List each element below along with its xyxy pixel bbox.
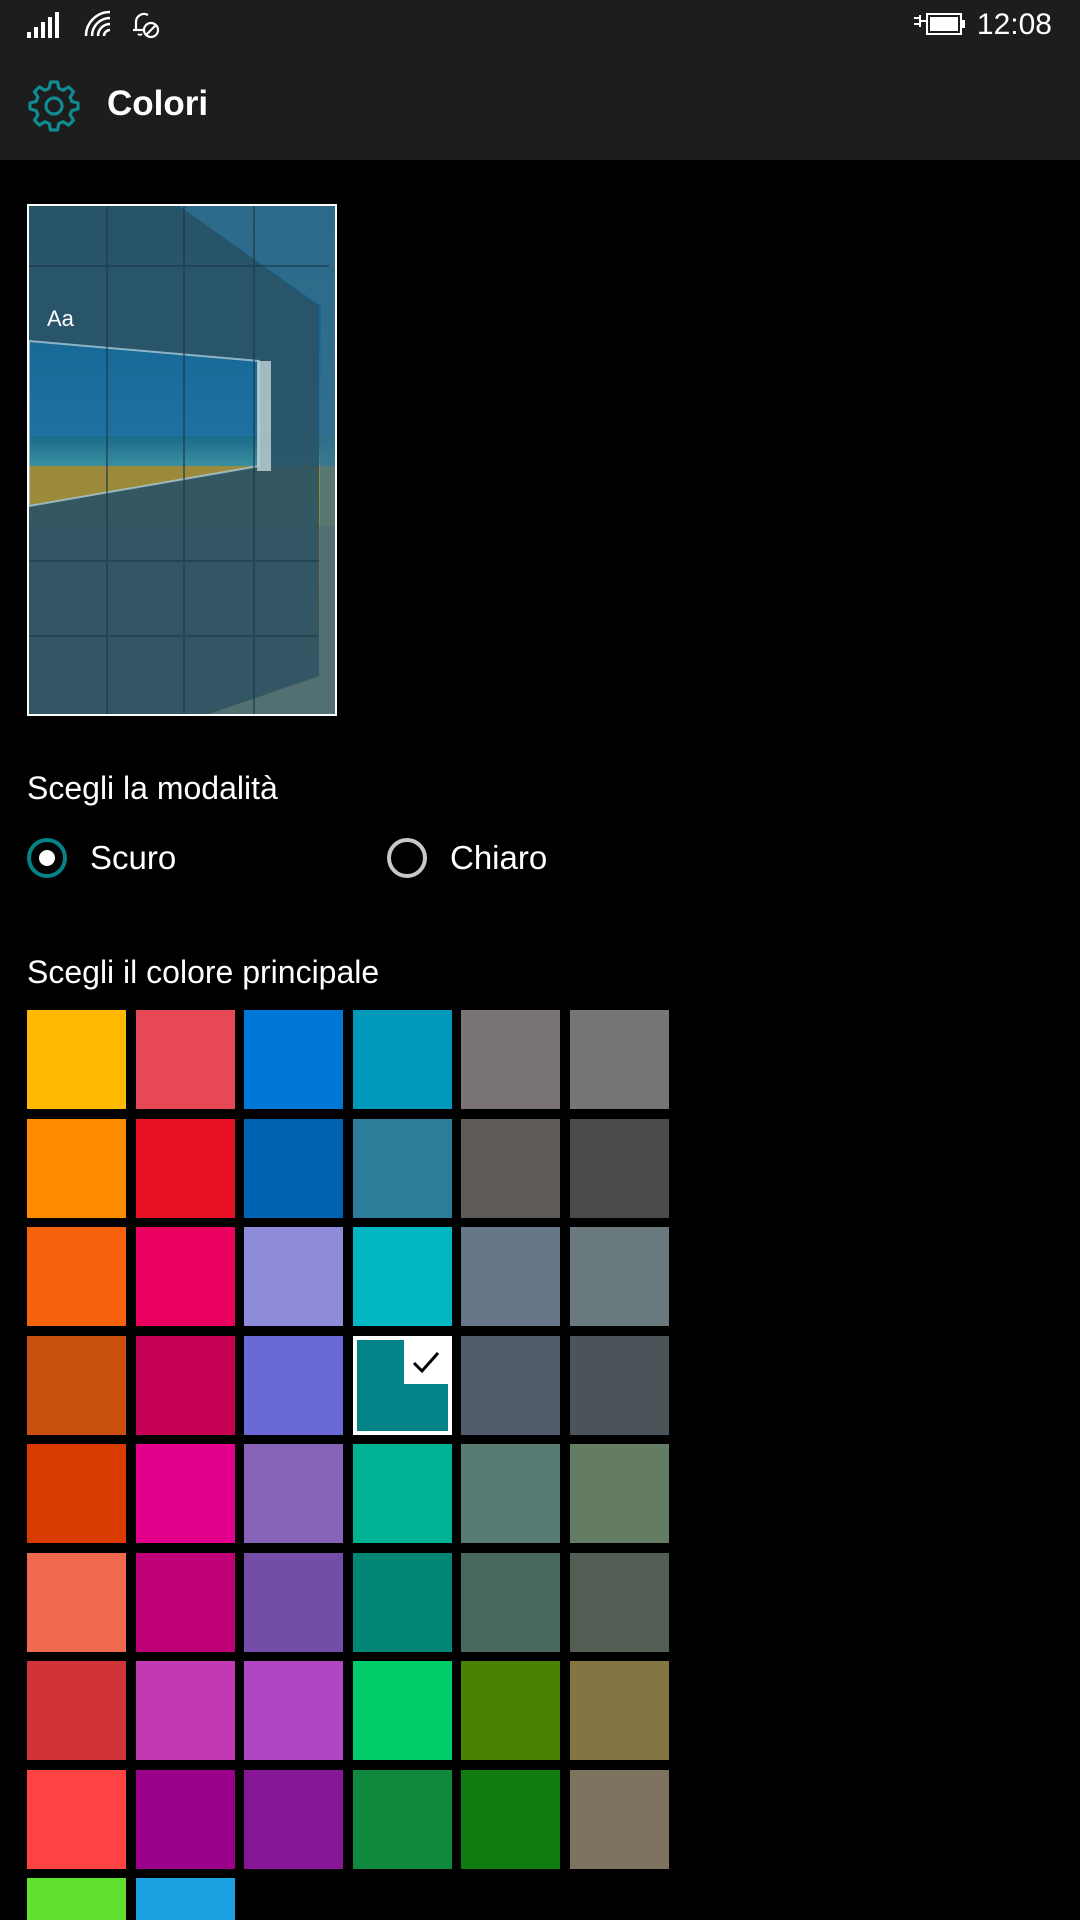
mode-section-label: Scegli la modalità xyxy=(27,770,278,806)
accent-color-swatch[interactable] xyxy=(27,1878,126,1920)
accent-color-swatch[interactable] xyxy=(244,1118,343,1218)
preview-background-image xyxy=(29,206,335,714)
accent-color-swatch[interactable] xyxy=(461,1118,560,1218)
wifi-icon xyxy=(84,10,111,37)
checkmark-icon xyxy=(403,1339,448,1384)
accent-color-swatch[interactable] xyxy=(461,1227,560,1326)
accent-color-swatch[interactable] xyxy=(352,1010,452,1109)
accent-color-swatch[interactable] xyxy=(27,1552,126,1652)
clock: 12:08 xyxy=(976,8,1052,41)
accent-color-swatch[interactable] xyxy=(461,1335,560,1435)
radio-button-unselected[interactable] xyxy=(387,838,427,878)
accent-color-swatch[interactable] xyxy=(352,1118,452,1218)
accent-color-swatch[interactable] xyxy=(244,1010,343,1109)
accent-color-swatch[interactable] xyxy=(569,1769,669,1869)
accent-color-swatch[interactable] xyxy=(135,1444,235,1543)
accent-color-swatch[interactable] xyxy=(569,1552,669,1652)
accent-color-swatch[interactable] xyxy=(27,1010,126,1109)
accent-color-swatch[interactable] xyxy=(352,1552,452,1652)
accent-color-swatch[interactable] xyxy=(244,1552,343,1652)
accent-color-swatch[interactable] xyxy=(461,1661,560,1760)
radio-dark-label: Scuro xyxy=(90,839,177,876)
accent-color-swatch[interactable] xyxy=(27,1661,126,1760)
radio-button-selected[interactable] xyxy=(27,838,67,878)
page-title: Colori xyxy=(107,84,209,123)
accent-color-swatch[interactable] xyxy=(352,1227,452,1326)
preview-sample-text: Aa xyxy=(47,306,74,331)
accent-color-swatch[interactable] xyxy=(135,1335,235,1435)
accent-color-swatch[interactable] xyxy=(244,1444,343,1543)
accent-color-swatch[interactable] xyxy=(352,1335,452,1435)
accent-color-swatch[interactable] xyxy=(569,1010,669,1109)
quiet-hours-icon xyxy=(133,12,160,39)
accent-color-swatch[interactable] xyxy=(352,1661,452,1760)
accent-color-swatch[interactable] xyxy=(569,1335,669,1435)
accent-color-swatch[interactable] xyxy=(569,1661,669,1760)
gear-icon xyxy=(28,80,80,132)
accent-color-swatch[interactable] xyxy=(244,1769,343,1869)
accent-color-swatch[interactable] xyxy=(461,1769,560,1869)
accent-color-swatch[interactable] xyxy=(135,1118,235,1218)
accent-color-swatch[interactable] xyxy=(244,1335,343,1435)
accent-color-swatch[interactable] xyxy=(461,1444,560,1543)
accent-color-swatch[interactable] xyxy=(27,1118,126,1218)
accent-color-swatch[interactable] xyxy=(27,1227,126,1326)
accent-color-swatch[interactable] xyxy=(244,1661,343,1760)
radio-light-label: Chiaro xyxy=(450,839,548,876)
page-header: Colori xyxy=(0,50,1080,160)
accent-color-swatch[interactable] xyxy=(352,1444,452,1543)
signal-icon xyxy=(27,12,59,38)
accent-color-swatch[interactable] xyxy=(135,1878,235,1920)
accent-color-swatch[interactable] xyxy=(135,1769,235,1869)
accent-color-swatch[interactable] xyxy=(244,1227,343,1326)
accent-color-swatch[interactable] xyxy=(352,1769,452,1869)
accent-color-swatch[interactable] xyxy=(461,1552,560,1652)
accent-color-swatch[interactable] xyxy=(135,1227,235,1326)
status-bar: 12:08 xyxy=(0,0,1080,50)
accent-color-swatch[interactable] xyxy=(27,1444,126,1543)
accent-color-swatch[interactable] xyxy=(569,1227,669,1326)
accent-color-swatch[interactable] xyxy=(27,1335,126,1435)
battery-charging-icon xyxy=(914,13,965,35)
accent-color-swatch[interactable] xyxy=(569,1444,669,1543)
accent-color-swatch[interactable] xyxy=(135,1552,235,1652)
accent-color-swatch[interactable] xyxy=(569,1118,669,1218)
accent-color-swatch[interactable] xyxy=(27,1769,126,1869)
accent-color-swatch[interactable] xyxy=(461,1010,560,1109)
accent-section-label: Scegli il colore principale xyxy=(27,954,380,990)
accent-color-swatch[interactable] xyxy=(135,1661,235,1760)
accent-color-swatch[interactable] xyxy=(135,1010,235,1109)
theme-preview: Aa xyxy=(27,204,337,716)
